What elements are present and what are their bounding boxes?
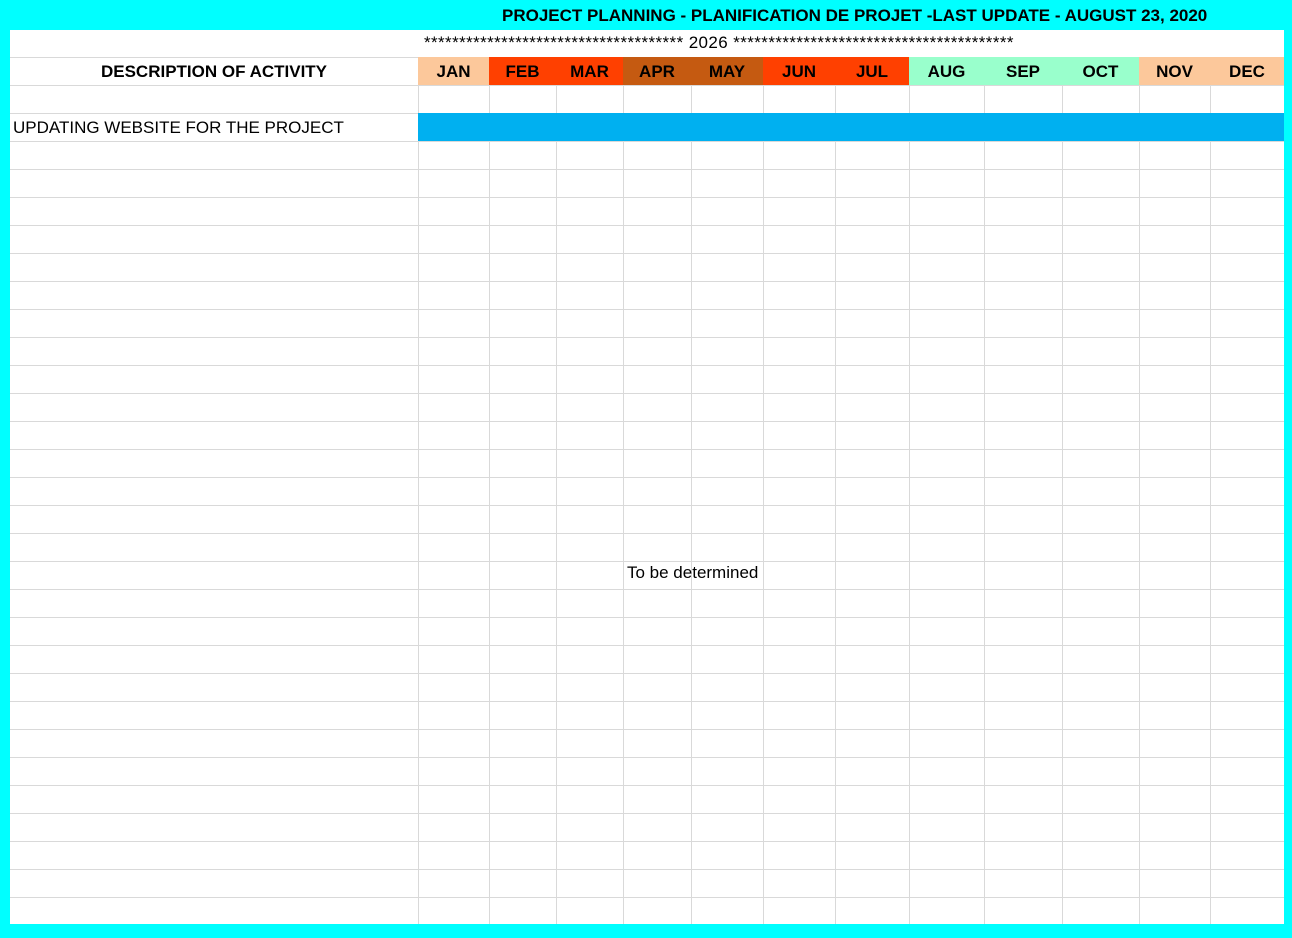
- row-gridline: [10, 281, 1284, 282]
- year-row[interactable]: ************************************* 20…: [420, 30, 1284, 57]
- month-header-mar[interactable]: MAR: [556, 57, 623, 85]
- activity-label[interactable]: UPDATING WEBSITE FOR THE PROJECT: [13, 114, 344, 142]
- row-gridline: [10, 533, 1284, 534]
- row-gridline: [10, 169, 1284, 170]
- sheet-title: PROJECT PLANNING - PLANIFICATION DE PROJ…: [0, 0, 1292, 30]
- row-gridline: [10, 253, 1284, 254]
- row-gridline: [10, 897, 1284, 898]
- row-gridline: [10, 869, 1284, 870]
- row-gridline: [10, 701, 1284, 702]
- row-gridline: [10, 589, 1284, 590]
- row-gridline: [10, 841, 1284, 842]
- row-gridline: [10, 673, 1284, 674]
- month-header-jun[interactable]: JUN: [763, 57, 835, 85]
- row-gridline: [10, 477, 1284, 478]
- row-gridline: [10, 729, 1284, 730]
- month-header-aug[interactable]: AUG: [909, 57, 984, 85]
- month-header-nov[interactable]: NOV: [1139, 57, 1210, 85]
- month-header-apr[interactable]: APR: [623, 57, 691, 85]
- month-header-may[interactable]: MAY: [691, 57, 763, 85]
- month-header-jan[interactable]: JAN: [418, 57, 489, 85]
- to-be-determined-note[interactable]: To be determined: [627, 563, 758, 583]
- row-gridline: [10, 197, 1284, 198]
- row-gridline: [10, 785, 1284, 786]
- row-gridline: [10, 421, 1284, 422]
- activity-bar[interactable]: [418, 113, 1284, 141]
- month-header-oct[interactable]: OCT: [1062, 57, 1139, 85]
- month-header-jul[interactable]: JUL: [835, 57, 909, 85]
- row-gridline: [10, 225, 1284, 226]
- row-gridline: [10, 365, 1284, 366]
- row-gridline: [10, 505, 1284, 506]
- spreadsheet-grid[interactable]: ************************************* 20…: [10, 30, 1284, 924]
- row-gridline: [10, 645, 1284, 646]
- row-gridline: [10, 561, 1284, 562]
- row-gridline: [10, 337, 1284, 338]
- row-gridline: [10, 757, 1284, 758]
- month-header-feb[interactable]: FEB: [489, 57, 556, 85]
- row-gridline: [10, 309, 1284, 310]
- row-gridline: [10, 449, 1284, 450]
- month-header-dec[interactable]: DEC: [1210, 57, 1284, 85]
- description-header: DESCRIPTION OF ACTIVITY: [100, 62, 328, 81]
- year-line: ************************************* 20…: [424, 33, 1014, 52]
- title-text: PROJECT PLANNING - PLANIFICATION DE PROJ…: [502, 6, 1208, 25]
- row-gridline: [10, 813, 1284, 814]
- row-gridline: [10, 617, 1284, 618]
- row-gridline: [10, 393, 1284, 394]
- month-header-sep[interactable]: SEP: [984, 57, 1062, 85]
